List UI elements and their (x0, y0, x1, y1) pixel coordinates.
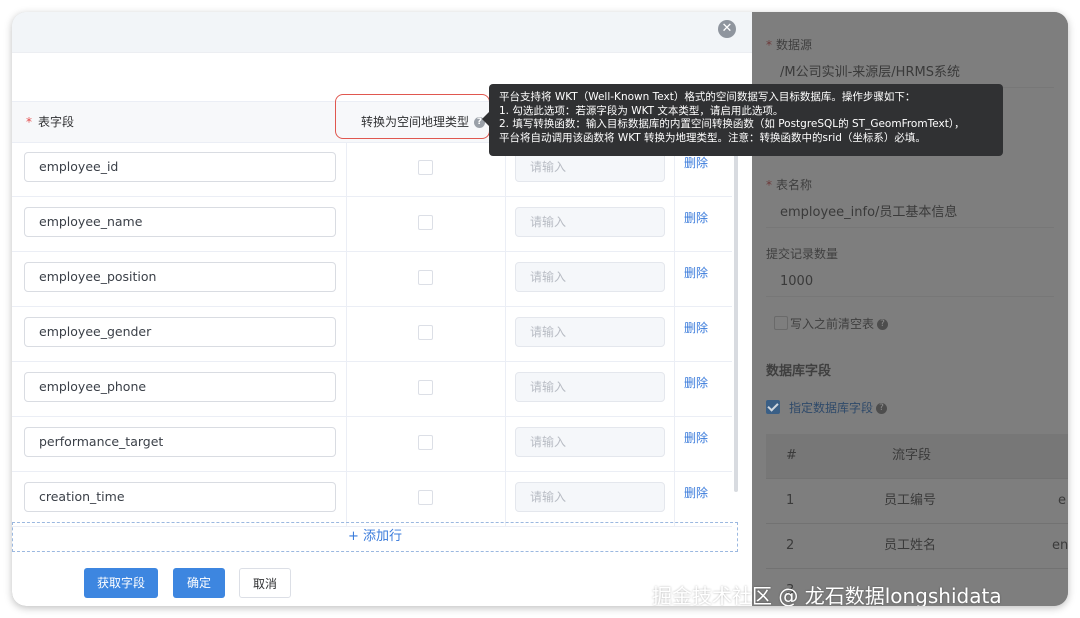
row-stream-field: 员工姓名 (884, 538, 937, 553)
convert-spatial-checkbox[interactable] (418, 215, 433, 230)
delete-link[interactable]: 删除 (684, 484, 708, 501)
convert-spatial-checkbox[interactable] (418, 270, 433, 285)
convert-spatial-checkbox[interactable] (418, 435, 433, 450)
add-row-button[interactable]: + 添加行 (12, 522, 738, 552)
row-index: 2 (786, 538, 795, 553)
specify-fields-checkbox[interactable] (766, 400, 780, 414)
table-header-row: # 流字段 (766, 434, 1068, 479)
specify-fields-label: 指定数据库字段? (789, 399, 888, 416)
screenshot-frame: * 数据源 /M公司实训-来源层/HRMS系统 * 表名称 employee_inf… (12, 12, 1068, 606)
delete-link[interactable]: 删除 (684, 429, 708, 446)
convert-spatial-checkbox[interactable] (418, 380, 433, 395)
stream-field-header: 流字段 (892, 448, 932, 463)
field-input[interactable]: employee_gender (24, 317, 336, 347)
table-row: employee_position 请输入 删除 (12, 252, 732, 307)
index-header: # (786, 448, 797, 463)
table-name-field[interactable]: employee_info/员工基本信息 (766, 198, 1054, 228)
convert-spatial-checkbox[interactable] (418, 325, 433, 340)
field-column-header: * 表字段 (26, 115, 75, 129)
tooltip-line: 平台将自动调用该函数将 WKT 转换为地理类型。注意：转换函数中的srid（坐标… (499, 131, 926, 144)
table-row: creation_time 请输入 删除 (12, 472, 732, 527)
field-input[interactable]: employee_position (24, 262, 336, 292)
field-input[interactable]: performance_target (24, 427, 336, 457)
table-row: employee_phone 请输入 删除 (12, 362, 732, 417)
batch-size-field[interactable]: 1000 (766, 267, 1054, 297)
convert-spatial-checkbox[interactable] (418, 160, 433, 175)
truncate-checkbox[interactable] (774, 316, 788, 330)
help-tooltip: 平台支持将 WKT（Well-Known Text）格式的空间数据写入目标数据库… (489, 84, 1003, 156)
table-row: performance_target 请输入 删除 (12, 417, 732, 472)
tooltip-arrow (482, 112, 489, 126)
batch-size-label: 提交记录数量 (766, 247, 839, 261)
truncate-label: 写入之前清空表? (790, 315, 889, 332)
row-index: 1 (786, 493, 795, 508)
delete-link[interactable]: 删除 (684, 319, 708, 336)
tooltip-line: 2. 填写转换函数：输入目标数据库的内置空间转换函数（如 PostgreSQL的… (499, 118, 965, 131)
field-input[interactable]: employee_phone (24, 372, 336, 402)
convert-function-input: 请输入 (515, 427, 665, 457)
datasource-label: * 数据源 (766, 38, 813, 52)
delete-link[interactable]: 删除 (684, 209, 708, 226)
help-icon[interactable]: ? (877, 319, 889, 330)
field-input[interactable]: employee_id (24, 152, 336, 182)
convert-function-input: 请输入 (515, 482, 665, 512)
db-fields-title: 数据库字段 (766, 364, 832, 379)
close-icon[interactable]: ✕ (718, 20, 736, 38)
row-stream-field: 员工编号 (884, 493, 937, 508)
delete-link[interactable]: 删除 (684, 154, 708, 171)
row-db-field: en (1052, 538, 1068, 553)
cancel-button[interactable]: 取消 (239, 568, 291, 598)
table-scrollbar[interactable] (734, 142, 738, 492)
row-db-field: e (1058, 493, 1066, 508)
confirm-button[interactable]: 确定 (173, 568, 225, 598)
convert-spatial-column-header: 转换为空间地理类型? (361, 102, 486, 142)
help-icon[interactable]: ? (876, 403, 888, 414)
table-row: 2 员工姓名 en (766, 524, 1068, 569)
convert-function-input: 请输入 (515, 317, 665, 347)
convert-function-input: 请输入 (515, 372, 665, 402)
field-input[interactable]: creation_time (24, 482, 336, 512)
field-input[interactable]: employee_name (24, 207, 336, 237)
convert-function-input: 请输入 (515, 207, 665, 237)
tooltip-line: 1. 勾选此选项：若源字段为 WKT 文本类型，请启用此选项。 (499, 104, 784, 117)
delete-link[interactable]: 删除 (684, 374, 708, 391)
fetch-fields-button[interactable]: 获取字段 (84, 568, 158, 598)
table-name-label: * 表名称 (766, 178, 813, 192)
table-row: employee_name 请输入 删除 (12, 197, 732, 252)
table-row: employee_gender 请输入 删除 (12, 307, 732, 362)
table-row: 1 员工编号 e (766, 479, 1068, 524)
convert-function-input: 请输入 (515, 262, 665, 292)
delete-link[interactable]: 删除 (684, 264, 708, 281)
convert-function-input: 请输入 (515, 152, 665, 182)
tooltip-line: 平台支持将 WKT（Well-Known Text）格式的空间数据写入目标数据库… (499, 91, 916, 103)
watermark: 掘金技术社区 @ 龙石数据longshidata (652, 584, 1002, 606)
dialog-header: ✕ (12, 12, 752, 53)
convert-spatial-checkbox[interactable] (418, 490, 433, 505)
